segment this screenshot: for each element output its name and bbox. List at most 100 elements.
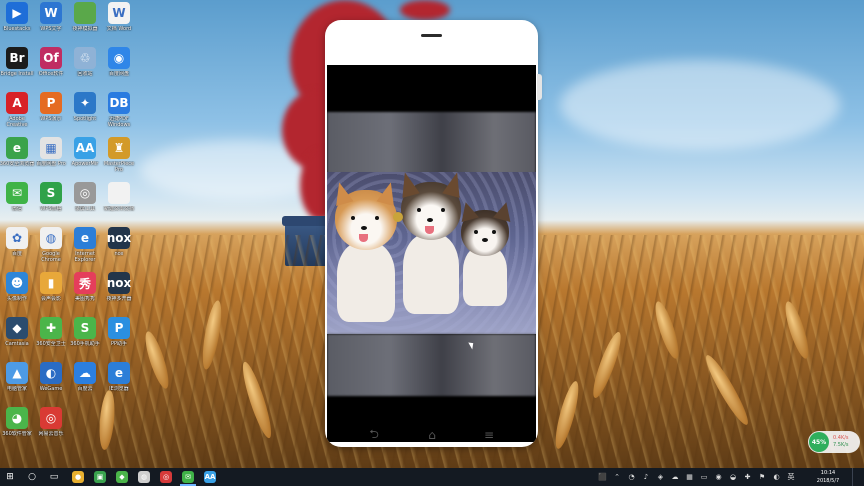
desktop-icon-label: 文档 Word (106, 26, 132, 32)
task-view-button[interactable]: ▭ (46, 470, 62, 484)
taskbar-app-icon[interactable]: ◍ (138, 471, 150, 483)
desktop-icon[interactable]: P PP助手 (102, 317, 136, 361)
tray-icon[interactable]: ⬛ (598, 472, 607, 481)
tray-icon[interactable]: ⌃ (613, 472, 622, 481)
taskbar-app-icon[interactable]: ▣ (94, 471, 106, 483)
desktop-icon[interactable]: ◎ 录屏工具 (68, 182, 102, 226)
desktop-icon[interactable]: e IE浏览器 (102, 362, 136, 406)
desktop-icon-label: 电脑管家 (6, 386, 27, 392)
desktop-icon[interactable]: ◍ Google Chrome (34, 227, 68, 271)
app-icon: ✚ (40, 317, 62, 339)
desktop-icon-label: WeGame (39, 386, 63, 392)
phone-window-side-handle[interactable] (537, 74, 542, 100)
desktop-icon[interactable]: ✦ Spotlight (68, 92, 102, 136)
tray-icon[interactable]: 英 (787, 472, 796, 481)
tray-icon[interactable]: ▭ (700, 472, 709, 481)
clock-date: 2018/5/7 (816, 478, 840, 484)
desktop-icon[interactable]: ◉ 百度网盘 (102, 47, 136, 91)
desktop-icon[interactable]: W WPS文字 (34, 2, 68, 46)
app-icon: DB (108, 92, 130, 114)
tray-icon[interactable]: ◈ (656, 472, 665, 481)
search-button[interactable]: ○ (24, 470, 40, 484)
app-icon: 秀 (74, 272, 96, 294)
app-icon: nox (107, 227, 131, 249)
taskbar-app-icon[interactable]: AA (204, 471, 216, 483)
taskbar: ⊞ ○ ▭ ● ▣ ◆ ◍ ◎ ✉ AA ⬛ ⌃ ◔ ♪ ◈ ☁ ▦ ▭ ◉ ◒ ✚ ⚑ ◐ 英 10:14 2018… (0, 468, 864, 486)
app-icon: e (6, 137, 28, 159)
desktop-icon[interactable]: nox nox (102, 227, 136, 271)
desktop-icon[interactable]: e 360安全浏览器 (0, 137, 34, 181)
start-button[interactable]: ⊞ (2, 470, 18, 484)
taskbar-app-icon[interactable]: ✉ (182, 471, 194, 483)
desktop-icon[interactable]: ▦ 百度网盘 Pro (34, 137, 68, 181)
show-desktop-button[interactable] (852, 468, 864, 486)
taskbar-app-icon[interactable]: ◆ (116, 471, 128, 483)
phone-mirror-window[interactable]: ⮌ ⌂ ≡ (325, 20, 538, 447)
desktop-icon-label: Google Chrome (41, 251, 61, 263)
tray-icon[interactable]: ◒ (729, 472, 738, 481)
wallpaper-red-smoke (400, 0, 450, 20)
desktop-icon-label: 会声会影 (40, 296, 61, 302)
desktop-icon[interactable]: ◆ Camtasia (0, 317, 34, 361)
taskbar-app-icon[interactable]: ● (72, 471, 84, 483)
desktop-icon[interactable]: Br Bridge Install (0, 47, 34, 91)
desktop-icon[interactable]: nox 夜神多开器 (102, 272, 136, 316)
task-view-icon: ▭ (49, 472, 59, 482)
desktop-icon[interactable]: ☁ 百度云 (68, 362, 102, 406)
phone-back-button[interactable]: ⮌ (363, 424, 385, 446)
desktop-icon-label: 迅捷PDF Windows (107, 116, 131, 128)
taskbar-clock[interactable]: 10:14 2018/5/7 (808, 469, 848, 485)
tray-icon[interactable]: ✚ (743, 472, 752, 481)
tray-icon[interactable]: ◔ (627, 472, 636, 481)
tray-icon[interactable]: ◐ (772, 472, 781, 481)
desktop-icon-label: 美图秀秀 (74, 296, 95, 302)
tray-icon[interactable]: ♪ (642, 472, 651, 481)
desktop-icon[interactable]: 夜神模拟器 (68, 2, 102, 46)
app-icon: ◉ (108, 47, 130, 69)
desktop-icon[interactable]: ♜ MasterPiece Pro (102, 137, 136, 181)
desktop-icon[interactable]: S 360手机助手 (68, 317, 102, 361)
desktop-icon[interactable]: ✉ 微信 (0, 182, 34, 226)
network-speed-widget[interactable]: 45% 0.4K/s 7.5K/s (808, 431, 860, 453)
desktop-icon[interactable]: ▲ 电脑管家 (0, 362, 34, 406)
desktop-icon[interactable]: ◎ 网易云音乐 (34, 407, 68, 451)
desktop-icon[interactable]: ▶ Bluestacks (0, 2, 34, 46)
desktop-icon[interactable]: e Internet Explorer (68, 227, 102, 271)
tray-icon[interactable]: ⚑ (758, 472, 767, 481)
desktop-icon-label: 百度网盘 (108, 71, 129, 77)
desktop-icon[interactable]: ◐ WeGame (34, 362, 68, 406)
desktop-icon[interactable]: ☻ 头像制作 (0, 272, 34, 316)
taskbar-app-icon[interactable]: ◎ (160, 471, 172, 483)
desktop-icon[interactable]: ◕ 360软件管家 (0, 407, 34, 451)
desktop-icon[interactable]: 秀美图秀秀 (68, 272, 102, 316)
desktop-icon[interactable]: S WPS表格 (34, 182, 68, 226)
desktop-icon[interactable]: ✿ 百度 (0, 227, 34, 271)
desktop-icon[interactable]: 新建文本文档 (102, 182, 136, 226)
desktop-icon-label: WPS文字 (40, 26, 62, 32)
tray-icon[interactable]: ▦ (685, 472, 694, 481)
phone-home-button[interactable]: ⌂ (421, 424, 443, 446)
app-icon: ◎ (40, 407, 62, 429)
corgi-puppies-photo[interactable] (327, 172, 536, 334)
phone-screen[interactable] (327, 65, 536, 442)
desktop-icon-label: Bridge Install (0, 71, 34, 77)
desktop-icon[interactable]: ▮ 会声会影 (34, 272, 68, 316)
desktop-icon[interactable]: A Adobe Creative (0, 92, 34, 136)
desktop-icon[interactable]: ♲ 回收站 (68, 47, 102, 91)
desktop-icon[interactable]: Of Office软件 (34, 47, 68, 91)
desktop-icon-label: ApowerMir (71, 161, 99, 167)
desktop-icon[interactable]: W 文档 Word (102, 2, 136, 46)
app-icon: AA (74, 137, 96, 159)
desktop-icon-label: 360手机助手 (70, 341, 100, 347)
app-icon: ◎ (74, 182, 96, 204)
tray-icon[interactable]: ◉ (714, 472, 723, 481)
tray-icon[interactable]: ☁ (671, 472, 680, 481)
desktop-icon-label: IE浏览器 (109, 386, 129, 392)
desktop-icon[interactable]: ✚ 360安全卫士 (34, 317, 68, 361)
desktop-icon[interactable]: P WPS演示 (34, 92, 68, 136)
desktop-icon[interactable]: DB 迅捷PDF Windows (102, 92, 136, 136)
desktop-icon[interactable]: AA ApowerMir (68, 137, 102, 181)
phone-menu-button[interactable]: ≡ (478, 424, 500, 446)
desktop-icon-label: 网易云音乐 (38, 431, 64, 437)
desktop-icon-label: WPS表格 (40, 206, 62, 212)
